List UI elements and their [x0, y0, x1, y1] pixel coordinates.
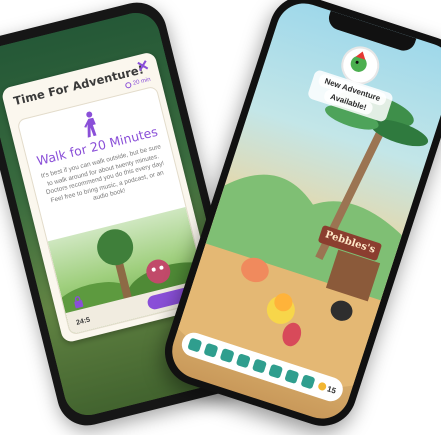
coin-icon: [316, 381, 327, 392]
paw-icon[interactable]: [267, 363, 283, 379]
boot-icon[interactable]: [202, 342, 219, 358]
close-button[interactable]: ✕: [135, 57, 151, 77]
sock-icon[interactable]: [235, 353, 251, 369]
coin-count: 15: [326, 383, 338, 396]
shirt-icon[interactable]: [251, 358, 267, 374]
coin-counter: 15: [316, 381, 338, 396]
cat-icon[interactable]: [283, 368, 299, 384]
shop-icon[interactable]: [299, 374, 316, 390]
heart-icon[interactable]: [219, 347, 235, 363]
walking-person-icon: [84, 111, 97, 138]
clock-icon: [124, 81, 132, 89]
flower-icon[interactable]: [186, 337, 202, 353]
